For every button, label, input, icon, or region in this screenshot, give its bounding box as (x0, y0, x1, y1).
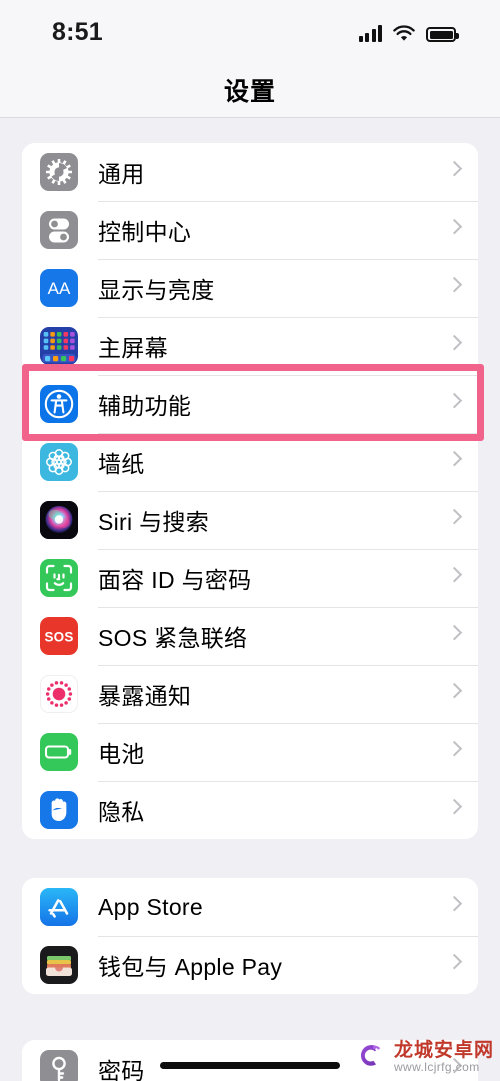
watermark-name: 龙城安卓网 (393, 1039, 494, 1061)
settings-row-Siri-与搜索[interactable]: Siri 与搜索 (22, 491, 478, 549)
status-bar-time: 8:51 (52, 18, 103, 46)
cellular-bars-icon (358, 25, 382, 42)
settings-row-通用[interactable]: 通用 (22, 143, 478, 201)
settings-list[interactable]: 通用 控制中心 AA 显示与亮度 主屏幕 辅助功能 墙纸 Siri 与搜索 面容… (0, 118, 500, 1081)
settings-row-label: 通用 (98, 161, 145, 187)
siri-icon (40, 501, 78, 539)
settings-group-store: App Store 钱包与 Apple Pay (22, 878, 478, 994)
chevron-right-icon (446, 160, 463, 177)
settings-row-label: 钱包与 Apple Pay (98, 954, 283, 980)
control-center-icon (40, 211, 78, 249)
exposure-notification-icon (40, 675, 78, 713)
settings-row-label: 隐私 (98, 799, 145, 825)
battery-icon (40, 733, 78, 771)
settings-row-显示与亮度[interactable]: AA 显示与亮度 (22, 259, 478, 317)
chevron-right-icon (446, 566, 463, 583)
settings-row-label: 暴露通知 (98, 683, 192, 709)
accessibility-icon (40, 385, 78, 423)
chevron-right-icon (446, 276, 463, 293)
svg-text:AA: AA (48, 279, 71, 298)
settings-row-label: SOS 紧急联络 (98, 625, 248, 651)
chevron-right-icon (446, 682, 463, 699)
settings-row-主屏幕[interactable]: 主屏幕 (22, 317, 478, 375)
dragon-logo-icon (349, 1037, 389, 1077)
chevron-right-icon (446, 740, 463, 757)
app-store-icon (40, 888, 78, 926)
status-bar-indicators (358, 22, 459, 42)
page-title: 设置 (223, 77, 276, 106)
sos-icon: SOS (40, 617, 78, 655)
battery-full-icon (426, 27, 459, 42)
settings-row-label: 墙纸 (98, 451, 145, 477)
wallpaper-icon (40, 443, 78, 481)
chevron-right-icon (446, 392, 463, 409)
settings-row-隐私[interactable]: 隐私 (22, 781, 478, 839)
home-indicator (160, 1062, 340, 1069)
settings-row-暴露通知[interactable]: 暴露通知 (22, 665, 478, 723)
chevron-right-icon (446, 895, 463, 912)
settings-group-system: 通用 控制中心 AA 显示与亮度 主屏幕 辅助功能 墙纸 Siri 与搜索 面容… (22, 143, 478, 839)
watermark-url: www.lcjrfg.com (393, 1059, 480, 1074)
settings-row-label: 密码 (98, 1058, 145, 1081)
settings-row-label: 辅助功能 (98, 393, 192, 419)
face-id-icon (40, 559, 78, 597)
settings-row-电池[interactable]: 电池 (22, 723, 478, 781)
chevron-right-icon (446, 798, 463, 815)
wallet-icon (40, 946, 78, 984)
passwords-key-icon (40, 1050, 78, 1081)
status-bar: 8:51 (0, 0, 500, 62)
chevron-right-icon (446, 953, 463, 970)
display-brightness-icon: AA (40, 269, 78, 307)
settings-row-label: 电池 (98, 741, 145, 767)
iphone-settings-screen: 8:51 设置 通用 控制中心 AA 显示与亮度 主屏幕 辅助功能 墙纸 Sir… (0, 0, 500, 1081)
settings-row-label: 面容 ID 与密码 (98, 567, 252, 593)
nav-bar: 设置 (0, 62, 500, 118)
settings-row-SOS-紧急联络[interactable]: SOS SOS 紧急联络 (22, 607, 478, 665)
settings-row-钱包与-Apple-Pay[interactable]: 钱包与 Apple Pay (22, 936, 478, 994)
settings-row-label: App Store (98, 893, 203, 920)
chevron-right-icon (446, 218, 463, 235)
svg-text:SOS: SOS (44, 630, 73, 645)
settings-row-App-Store[interactable]: App Store (22, 878, 478, 936)
settings-row-控制中心[interactable]: 控制中心 (22, 201, 478, 259)
gear-icon (40, 153, 78, 191)
watermark: 龙城安卓网 www.lcjrfg.com (349, 1037, 494, 1077)
settings-row-辅助功能[interactable]: 辅助功能 (22, 375, 478, 433)
privacy-hand-icon (40, 791, 78, 829)
chevron-right-icon (446, 624, 463, 641)
wifi-icon (393, 25, 415, 42)
settings-row-面容-ID-与密码[interactable]: 面容 ID 与密码 (22, 549, 478, 607)
chevron-right-icon (446, 508, 463, 525)
home-screen-icon (40, 327, 78, 365)
settings-row-label: 控制中心 (98, 219, 192, 245)
chevron-right-icon (446, 334, 463, 351)
settings-row-墙纸[interactable]: 墙纸 (22, 433, 478, 491)
settings-row-label: Siri 与搜索 (98, 509, 210, 535)
chevron-right-icon (446, 450, 463, 467)
watermark-text: 龙城安卓网 www.lcjrfg.com (393, 1039, 494, 1074)
settings-row-label: 显示与亮度 (98, 277, 215, 303)
settings-row-label: 主屏幕 (98, 335, 168, 361)
